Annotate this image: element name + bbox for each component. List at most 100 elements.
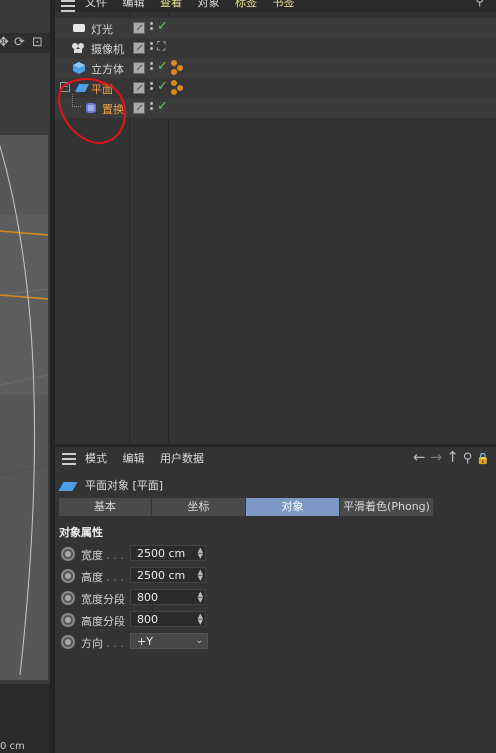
object-name[interactable]: 灯光	[91, 21, 113, 37]
property-label: 宽度 . . .	[81, 547, 124, 563]
search-icon[interactable]: ⚲	[463, 451, 473, 466]
property-orientation: 方向 . . . +Y ⌄	[59, 632, 259, 652]
tab-phong[interactable]: 平滑着色(Phong)	[340, 498, 434, 516]
property-height: 高度 . . . 2500 cm ▲ ▼	[59, 566, 259, 586]
label-text: 高度	[81, 571, 103, 584]
label-text: 宽度	[81, 549, 103, 562]
back-arrow-icon[interactable]: ←	[413, 448, 426, 466]
tab-coordinates[interactable]: 坐标	[152, 498, 246, 516]
lock-icon[interactable]: 🔒	[476, 452, 490, 465]
property-width-segments: 宽度分段 800 ▲ ▼	[59, 588, 259, 608]
keyframe-radio-icon[interactable]	[61, 635, 75, 649]
chevron-down-icon: ⌄	[195, 636, 203, 646]
menu-mode[interactable]: 模式	[85, 452, 107, 465]
object-row-displacer[interactable]: 置换 ✓	[55, 94, 496, 118]
width-segments-field[interactable]: 800 ▲ ▼	[130, 589, 206, 605]
enabled-check-icon[interactable]: ✓	[157, 79, 168, 94]
frame-icon[interactable]: ⊡	[32, 35, 43, 50]
edit-toggle-icon[interactable]	[133, 82, 145, 94]
menu-icon[interactable]	[61, 0, 75, 12]
keyframe-radio-icon[interactable]	[61, 569, 75, 583]
attribute-manager: 模式 编辑 用户数据 ← → ↑ ⚲ 🔒 平面对象 [平面] 基本 坐标 对象 平滑着色…	[55, 447, 496, 753]
cube-icon	[73, 62, 85, 74]
up-arrow-icon[interactable]: ↑	[446, 448, 459, 466]
object-name[interactable]: 平面	[91, 81, 113, 97]
menu-edit[interactable]: 编辑	[123, 0, 145, 9]
object-row-camera[interactable]: 摄像机 ⛶	[55, 38, 496, 58]
object-manager-menubar: 文件 编辑 查看 对象 标签 书签 ⚲	[55, 0, 496, 12]
enabled-check-icon[interactable]: ✓	[157, 59, 168, 74]
object-title: 平面对象 [平面]	[58, 477, 163, 493]
height-segments-field[interactable]: 800 ▲ ▼	[130, 611, 206, 627]
visibility-dots-icon[interactable]	[150, 101, 156, 112]
menu-tags[interactable]: 标签	[235, 0, 257, 9]
spinner-icon[interactable]: ▲ ▼	[198, 569, 203, 582]
viewport-coord-readout: 0 cm	[0, 741, 25, 752]
edit-toggle-icon[interactable]	[133, 62, 145, 74]
object-manager: 文件 编辑 查看 对象 标签 书签 ⚲ 灯光 ✓ 摄像机 ⛶ 立方体 ✓ − 平…	[55, 0, 496, 444]
object-name[interactable]: 摄像机	[91, 41, 124, 57]
collapse-icon[interactable]: −	[60, 82, 70, 92]
enabled-check-icon[interactable]: ✓	[157, 99, 168, 114]
keyframe-radio-icon[interactable]	[61, 547, 75, 561]
plane-icon	[75, 82, 89, 94]
keyframe-radio-icon[interactable]	[61, 591, 75, 605]
menu-icon[interactable]	[62, 450, 76, 468]
tree-connector	[72, 94, 81, 107]
move-icon[interactable]: ✥	[0, 35, 9, 50]
visibility-dots-icon[interactable]	[150, 21, 156, 32]
label-dots: . . .	[103, 637, 124, 650]
spinner-icon[interactable]: ▲ ▼	[198, 613, 203, 626]
spinner-icon[interactable]: ▲ ▼	[198, 591, 203, 604]
field-value: 800	[137, 591, 158, 604]
select-value: +Y	[137, 635, 153, 648]
object-row-plane[interactable]: − 平面 ✓	[55, 78, 496, 98]
spinner-icon[interactable]: ▲ ▼	[198, 547, 203, 560]
menu-edit[interactable]: 编辑	[123, 452, 145, 465]
object-row-cube[interactable]: 立方体 ✓	[55, 58, 496, 78]
tab-basic[interactable]: 基本	[59, 498, 152, 516]
viewport-toolbar: ✥ ⟳ ⊡	[0, 33, 50, 53]
label-dots: . . .	[103, 571, 124, 584]
object-name[interactable]: 置换	[102, 101, 124, 117]
field-value: 800	[137, 613, 158, 626]
object-row-light[interactable]: 灯光 ✓	[55, 18, 496, 38]
forward-arrow-icon[interactable]: →	[430, 448, 443, 466]
viewport[interactable]: ✥ ⟳ ⊡ 0 cm	[0, 0, 50, 753]
camera-target-icon[interactable]: ⛶	[157, 39, 165, 54]
field-value: 2500 cm	[137, 569, 186, 582]
enabled-check-icon[interactable]: ✓	[157, 19, 168, 34]
refresh-icon[interactable]: ⟳	[14, 35, 25, 50]
edit-toggle-icon[interactable]	[133, 102, 145, 114]
menu-view[interactable]: 查看	[160, 0, 182, 9]
object-name[interactable]: 立方体	[91, 61, 124, 77]
property-height-segments: 高度分段 800 ▲ ▼	[59, 610, 259, 630]
keyframe-radio-icon[interactable]	[61, 613, 75, 627]
visibility-dots-icon[interactable]	[150, 41, 156, 52]
width-field[interactable]: 2500 cm ▲ ▼	[130, 545, 206, 561]
orientation-select[interactable]: +Y ⌄	[130, 633, 208, 649]
plane-icon	[58, 481, 78, 491]
visibility-dots-icon[interactable]	[150, 81, 156, 92]
label-text: 宽度分段	[81, 593, 125, 606]
field-value: 2500 cm	[137, 547, 186, 560]
tab-object[interactable]: 对象	[246, 498, 340, 516]
label-text: 方向	[81, 637, 103, 650]
height-field[interactable]: 2500 cm ▲ ▼	[130, 567, 206, 583]
menu-object[interactable]: 对象	[198, 0, 220, 9]
edit-toggle-icon[interactable]	[133, 22, 145, 34]
label-text: 高度分段	[81, 615, 125, 628]
property-label: 高度 . . .	[81, 569, 124, 585]
section-title: 对象属性	[59, 526, 103, 539]
light-icon	[73, 22, 85, 34]
visibility-dots-icon[interactable]	[150, 61, 156, 72]
camera-icon	[71, 42, 84, 54]
edit-toggle-icon[interactable]	[133, 42, 145, 54]
search-icon[interactable]: ⚲	[475, 0, 484, 8]
menu-user-data[interactable]: 用户数据	[160, 452, 204, 465]
menu-bookmarks[interactable]: 书签	[273, 0, 295, 9]
property-label: 宽度分段	[81, 591, 125, 607]
viewport-scene[interactable]	[0, 55, 48, 680]
property-label: 高度分段	[81, 613, 125, 629]
menu-file[interactable]: 文件	[85, 0, 107, 9]
